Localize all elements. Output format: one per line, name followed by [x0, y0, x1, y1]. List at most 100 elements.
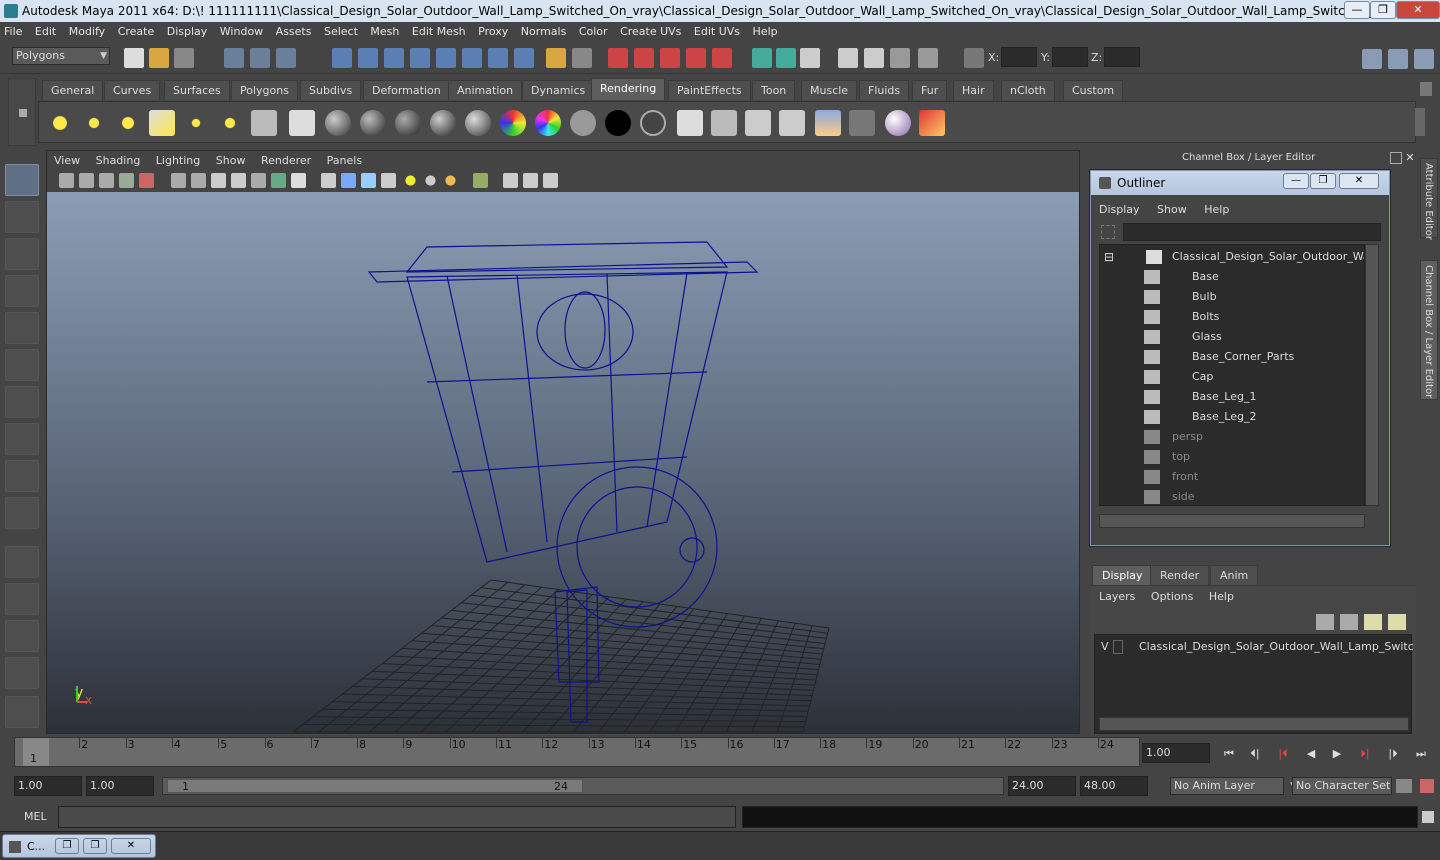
layer-type-toggle[interactable] [1113, 640, 1123, 654]
render-settings-icon[interactable] [800, 48, 820, 68]
outliner-vertical-scrollbar[interactable] [1365, 244, 1379, 506]
shelf-tab-ncloth[interactable]: nCloth [1001, 80, 1055, 100]
shelf-tab-animation[interactable]: Animation [448, 80, 523, 100]
step-forward-key-icon[interactable]: ⏵| [1354, 745, 1376, 763]
point-light-icon[interactable] [115, 110, 141, 136]
shelf-handle[interactable] [8, 78, 36, 146]
shelf-tab-hair[interactable]: Hair [953, 80, 994, 100]
render-globals-icon[interactable] [745, 110, 771, 136]
shelf-tab-muscle[interactable]: Muscle [801, 80, 858, 100]
layer-tab-render[interactable]: Render [1150, 565, 1210, 585]
minimize-button[interactable]: — [1344, 1, 1370, 19]
command-language-label[interactable]: MEL [24, 810, 47, 823]
move-tool-icon[interactable] [5, 275, 39, 307]
panel-menu-panels[interactable]: Panels [327, 154, 362, 167]
make-live-icon[interactable] [686, 48, 706, 68]
transform-input-icon[interactable] [964, 48, 984, 68]
trash-icon[interactable] [1420, 82, 1432, 96]
maximize-button[interactable]: ❐ [1370, 1, 1396, 19]
hypershade-icon[interactable] [838, 48, 858, 68]
y-field[interactable] [1052, 47, 1088, 67]
collapse-icon[interactable]: ⊟ [1104, 247, 1114, 267]
range-bar[interactable]: 1 24 [167, 779, 583, 793]
snap-view-icon[interactable] [462, 48, 482, 68]
paint-select-tool-icon[interactable] [5, 238, 39, 270]
layer-menu-help[interactable]: Help [1209, 590, 1234, 603]
textured-icon[interactable] [271, 173, 286, 188]
scale-tool-icon[interactable] [5, 349, 39, 381]
go-to-start-icon[interactable]: ⏮ [1218, 745, 1240, 763]
shelf-tab-curves[interactable]: Curves [104, 80, 161, 100]
smooth-shade-icon[interactable] [211, 173, 226, 188]
surface-shader-icon[interactable] [605, 110, 631, 136]
menu-proxy[interactable]: Proxy [478, 25, 508, 38]
snap-surface-icon[interactable] [436, 48, 456, 68]
symmetry-icon[interactable] [712, 48, 732, 68]
use-background-icon[interactable] [640, 110, 666, 136]
node-editor-icon[interactable] [918, 48, 938, 68]
select-tool-icon[interactable] [5, 164, 39, 196]
channel-box-toggle-icon[interactable] [1414, 49, 1434, 69]
end-time-field[interactable]: 48.00 [1080, 776, 1148, 796]
shelf-tab-toon[interactable]: Toon [752, 80, 796, 100]
menuset-dropdown[interactable]: Polygons ▼ [12, 47, 110, 65]
outliner-maximize-button[interactable]: ❐ [1310, 173, 1336, 189]
shelf-tab-dynamics[interactable]: Dynamics [522, 80, 595, 100]
render-view-icon[interactable] [864, 48, 884, 68]
shaded-cube-icon[interactable] [341, 173, 356, 188]
shelf-tab-polygons[interactable]: Polygons [231, 80, 298, 100]
share-icon[interactable] [543, 173, 558, 188]
layer-row[interactable]: V Classical_Design_Solar_Outdoor_Wall_La… [1095, 637, 1413, 657]
volume-light-icon[interactable] [217, 110, 243, 136]
menu-normals[interactable]: Normals [521, 25, 567, 38]
ambient-light-icon[interactable] [47, 110, 73, 136]
outliner-item-base-leg-1[interactable]: Base_Leg_1 [1100, 387, 1364, 407]
shelf-tab-painteffects[interactable]: PaintEffects [668, 80, 751, 100]
auto-key-icon[interactable] [1396, 779, 1412, 793]
snap-live-icon[interactable] [488, 48, 508, 68]
range-track[interactable]: 1 24 [162, 777, 1004, 795]
outliner-horizontal-scrollbar[interactable] [1099, 514, 1365, 528]
step-back-key-icon[interactable]: |⏴ [1272, 745, 1294, 763]
close-button[interactable]: ✕ [111, 838, 151, 854]
shelf-tab-subdivs[interactable]: Subdivs [300, 80, 362, 100]
move-layer-down-icon[interactable] [1340, 614, 1358, 630]
menu-create-uvs[interactable]: Create UVs [620, 25, 681, 38]
image-plane-icon[interactable] [119, 173, 134, 188]
outliner-item-bolts[interactable]: Bolts [1100, 307, 1364, 327]
checker-icon[interactable] [381, 173, 396, 188]
outliner-item-base-leg-2[interactable]: Base_Leg_2 [1100, 407, 1364, 427]
panel-menu-show[interactable]: Show [216, 154, 246, 167]
camera-cube-icon[interactable] [503, 173, 518, 188]
select-component-icon[interactable] [276, 48, 296, 68]
outliner-title-bar[interactable]: Outliner — ❐ ✕ [1091, 171, 1389, 195]
paint-brush-icon[interactable] [919, 110, 945, 136]
move-layer-up-icon[interactable] [1316, 614, 1334, 630]
layer-menu-options[interactable]: Options [1151, 590, 1193, 603]
minimized-window-item[interactable]: C... ❐ ❐ ✕ [2, 834, 156, 858]
outliner-camera-persp[interactable]: persp [1100, 427, 1364, 447]
camera-icon[interactable] [251, 110, 277, 136]
shadows-icon[interactable] [443, 173, 458, 188]
x-field[interactable] [1001, 47, 1037, 67]
playback-start-field[interactable]: 1.00 [86, 776, 154, 796]
close-icon[interactable]: ✕ [1404, 152, 1416, 164]
new-layer-icon[interactable] [1364, 614, 1382, 630]
panel-menu-lighting[interactable]: Lighting [156, 154, 200, 167]
wireframe-on-shaded-icon[interactable] [231, 173, 246, 188]
layer-tab-display[interactable]: Display [1092, 565, 1153, 585]
lasso-tool-icon[interactable] [5, 201, 39, 233]
outliner-menu-display[interactable]: Display [1099, 203, 1140, 216]
save-scene-icon[interactable] [174, 48, 194, 68]
bookmark-icon[interactable] [99, 173, 114, 188]
menu-edit[interactable]: Edit [35, 25, 56, 38]
filter-icon[interactable] [1101, 225, 1115, 239]
shelf-tab-surfaces[interactable]: Surfaces [164, 80, 230, 100]
render-current-icon[interactable] [677, 110, 703, 136]
phong-material-icon[interactable] [430, 110, 456, 136]
play-backwards-icon[interactable]: ◀ [1300, 745, 1322, 763]
rotate-tool-icon[interactable] [5, 312, 39, 344]
outliner-root-row[interactable]: ⊟ Classical_Design_Solar_Outdoor_Wall_L [1100, 247, 1364, 267]
outliner-item-base[interactable]: Base [1100, 267, 1364, 287]
camera-attributes-icon[interactable] [79, 173, 94, 188]
